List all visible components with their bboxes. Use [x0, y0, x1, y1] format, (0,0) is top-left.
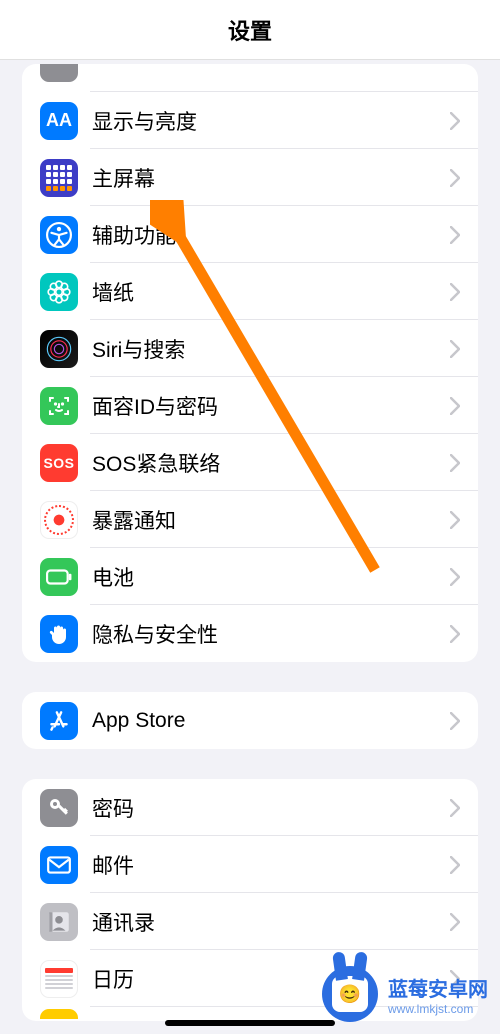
row-label: SOS紧急联络	[92, 448, 450, 478]
chevron-right-icon	[450, 625, 460, 643]
row-label: 墙纸	[92, 277, 450, 307]
watermark-text: 蓝莓安卓网 www.lmkjst.com	[388, 973, 488, 1016]
siri-icon	[40, 330, 78, 368]
faceid-icon	[40, 387, 78, 425]
row-label: 显示与亮度	[92, 106, 450, 136]
page-title: 设置	[228, 14, 272, 46]
chevron-right-icon	[450, 856, 460, 874]
row-label: Siri与搜索	[92, 334, 450, 364]
chevron-right-icon	[450, 712, 460, 730]
chevron-right-icon	[450, 454, 460, 472]
settings-row-faceid-passcode[interactable]: 面容ID与密码	[22, 377, 478, 434]
settings-content: AA 显示与亮度 主屏幕 辅助功能	[0, 64, 500, 1021]
row-label: 面容ID与密码	[92, 391, 450, 421]
settings-group-1: AA 显示与亮度 主屏幕 辅助功能	[22, 64, 478, 662]
row-label: 辅助功能	[92, 220, 450, 250]
chevron-right-icon	[450, 226, 460, 244]
row-label: 密码	[92, 793, 450, 823]
app-store-icon	[40, 702, 78, 740]
wallpaper-icon	[40, 273, 78, 311]
privacy-hand-icon	[40, 615, 78, 653]
settings-row-exposure-notifications[interactable]: 暴露通知	[22, 491, 478, 548]
home-indicator	[165, 1020, 335, 1026]
chevron-right-icon	[450, 568, 460, 586]
watermark-url: www.lmkjst.com	[388, 1002, 488, 1016]
chevron-right-icon	[450, 397, 460, 415]
row-label: 暴露通知	[92, 505, 450, 535]
chevron-right-icon	[450, 283, 460, 301]
settings-row-emergency-sos[interactable]: SOS SOS紧急联络	[22, 434, 478, 491]
header: 设置	[0, 0, 500, 60]
chevron-right-icon	[450, 799, 460, 817]
chevron-right-icon	[450, 169, 460, 187]
settings-row-partial-top[interactable]	[22, 64, 478, 92]
settings-row-passwords[interactable]: 密码	[22, 779, 478, 836]
settings-row-privacy-security[interactable]: 隐私与安全性	[22, 605, 478, 662]
settings-row-home-screen[interactable]: 主屏幕	[22, 149, 478, 206]
row-label: 邮件	[92, 850, 450, 880]
battery-icon	[40, 558, 78, 596]
row-label: App Store	[92, 709, 450, 733]
accessibility-icon	[40, 216, 78, 254]
chevron-right-icon	[450, 112, 460, 130]
mail-icon	[40, 846, 78, 884]
display-brightness-icon: AA	[40, 102, 78, 140]
watermark-title: 蓝莓安卓网	[388, 973, 488, 1002]
settings-row-display-brightness[interactable]: AA 显示与亮度	[22, 92, 478, 149]
settings-row-contacts[interactable]: 通讯录	[22, 893, 478, 950]
row-label: 隐私与安全性	[92, 619, 450, 649]
calendar-icon	[40, 960, 78, 998]
chevron-right-icon	[450, 511, 460, 529]
passwords-key-icon	[40, 789, 78, 827]
settings-row-siri-search[interactable]: Siri与搜索	[22, 320, 478, 377]
watermark: 😊 蓝莓安卓网 www.lmkjst.com	[322, 966, 488, 1022]
settings-row-wallpaper[interactable]: 墙纸	[22, 263, 478, 320]
settings-row-accessibility[interactable]: 辅助功能	[22, 206, 478, 263]
settings-group-2: App Store	[22, 692, 478, 749]
sos-icon: SOS	[40, 444, 78, 482]
display-aa-text: AA	[46, 110, 72, 131]
settings-row-app-store[interactable]: App Store	[22, 692, 478, 749]
chevron-right-icon	[450, 340, 460, 358]
row-label: 通讯录	[92, 907, 450, 937]
watermark-logo-icon: 😊	[322, 966, 378, 1022]
settings-row-battery[interactable]: 电池	[22, 548, 478, 605]
exposure-icon	[40, 501, 78, 539]
settings-row-mail[interactable]: 邮件	[22, 836, 478, 893]
chevron-right-icon	[450, 69, 460, 87]
contacts-icon	[40, 903, 78, 941]
partial-bottom-icon	[40, 1009, 78, 1019]
home-screen-icon	[40, 159, 78, 197]
partial-icon	[40, 64, 78, 82]
row-label: 电池	[92, 562, 450, 592]
row-label: 主屏幕	[92, 163, 450, 193]
chevron-right-icon	[450, 913, 460, 931]
sos-text: SOS	[43, 455, 74, 471]
